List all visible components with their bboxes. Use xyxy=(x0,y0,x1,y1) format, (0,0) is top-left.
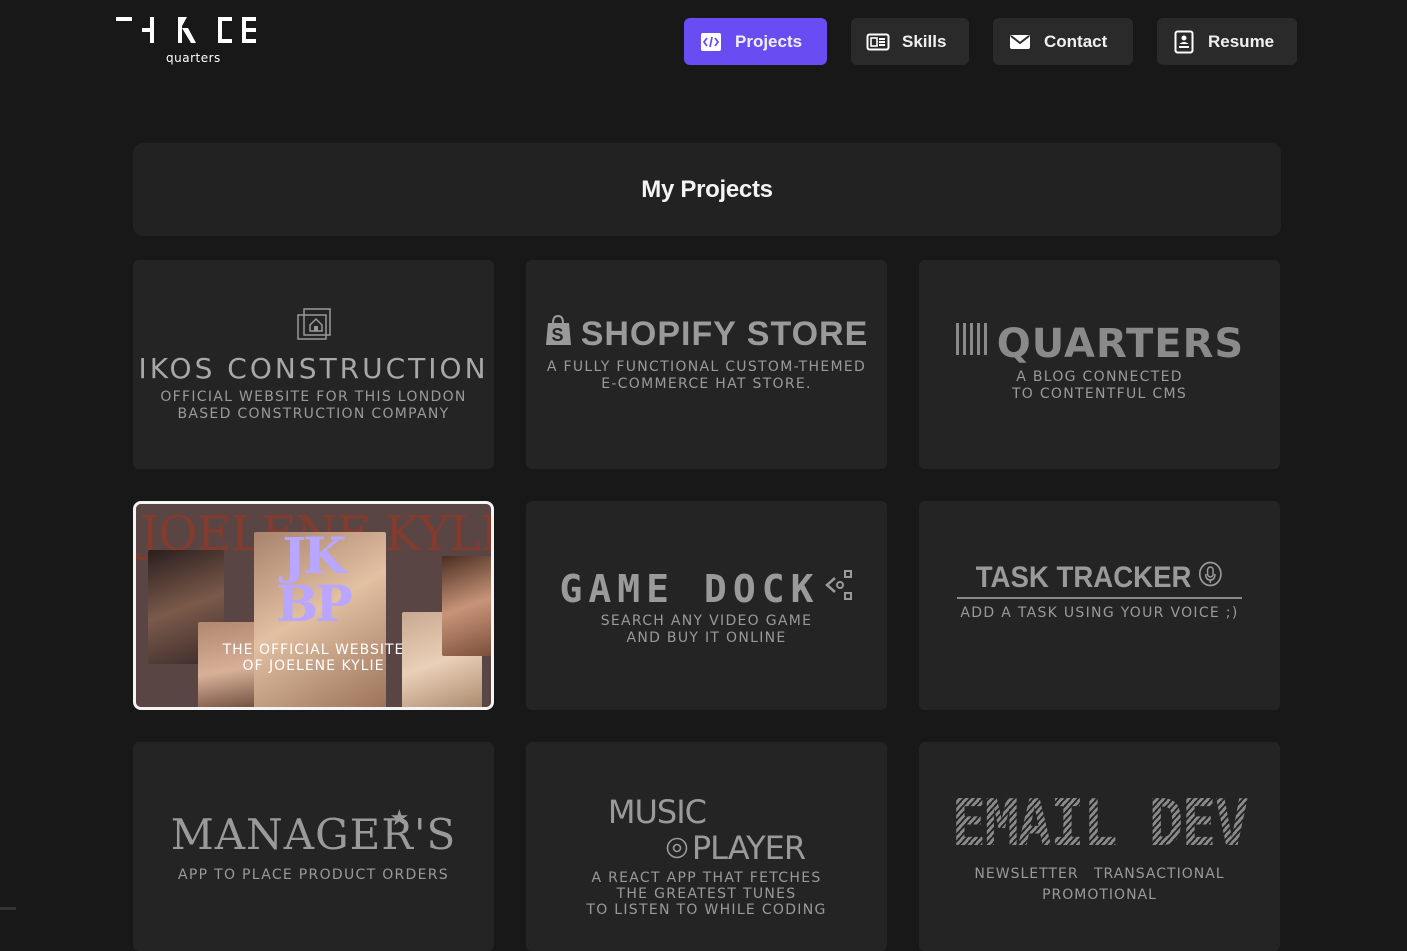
project-title: MUSIC PLAYER xyxy=(607,793,806,867)
logo-subtitle: quarters xyxy=(166,51,221,65)
jk-logo: JK BP xyxy=(276,526,353,633)
project-card-ikos[interactable]: IKOS CONSTRUCTION OFFICIAL WEBSITE FOR T… xyxy=(133,260,494,469)
portrait-photo xyxy=(442,556,491,656)
project-card-task-tracker[interactable]: TASK TRACKER ADD A TASK USING YOUR VOICE… xyxy=(919,501,1280,710)
microphone-icon xyxy=(1199,561,1223,595)
project-card-music-player[interactable]: MUSIC PLAYER A REACT APP THAT FETCHES TH… xyxy=(526,742,887,951)
nav-skills-button[interactable]: Skills xyxy=(851,18,969,65)
nav-contact-label: Contact xyxy=(1044,31,1108,51)
mail-icon xyxy=(1008,30,1032,54)
title-underline xyxy=(957,597,1242,599)
project-desc-line1: SEARCH ANY VIDEO GAME xyxy=(600,612,813,629)
project-desc-line1: APP TO PLACE PRODUCT ORDERS xyxy=(178,866,449,883)
project-desc-line1: A BLOG CONNECTED xyxy=(1016,368,1183,385)
project-desc-line2: THE GREATEST TUNES xyxy=(616,886,797,902)
bars-icon xyxy=(955,321,991,367)
project-tags-row: NEWSLETTER TRANSACTIONAL xyxy=(974,864,1224,885)
jk-logo-line1: JK xyxy=(282,526,346,585)
project-title-line1: MUSIC xyxy=(607,793,707,831)
project-card-joelene-kylie[interactable]: JOELENE KYLIE JK BP THE OFFICIAL WEBSITE… xyxy=(133,501,494,710)
project-title: MANAGER'S ★ xyxy=(170,806,457,859)
project-desc-line1: A REACT APP THAT FETCHES xyxy=(591,870,822,886)
project-desc-line2: BASED CONSTRUCTION COMPANY xyxy=(177,405,450,422)
project-title-line2: PLAYER xyxy=(691,829,806,867)
project-title-text: MANAGER'S xyxy=(170,809,457,859)
project-caption: THE OFFICIAL WEBSITE OF JOELENE KYLIE xyxy=(136,642,491,674)
project-title: GAME DOCK xyxy=(559,566,820,611)
project-title-row: S SHOPIFY STORE xyxy=(545,314,869,355)
project-desc-line2: TO CONTENTFUL CMS xyxy=(1011,385,1188,402)
nav-projects-button[interactable]: Projects xyxy=(684,18,827,65)
nav-resume-label: Resume xyxy=(1208,31,1275,51)
project-card-managers[interactable]: MANAGER'S ★ APP TO PLACE PRODUCT ORDERS xyxy=(133,742,494,951)
project-desc-line1: A FULLY FUNCTIONAL CUSTOM-THEMED xyxy=(546,359,867,375)
tag-newsletter: NEWSLETTER xyxy=(974,866,1079,882)
tag-transactional: TRANSACTIONAL xyxy=(1094,866,1225,882)
project-card-quarters[interactable]: QUARTERS A BLOG CONNECTED TO CONTENTFUL … xyxy=(919,260,1280,469)
project-title: QUARTERS xyxy=(996,320,1245,367)
vinyl-record-icon xyxy=(666,830,688,866)
code-icon xyxy=(699,30,723,54)
project-desc-line1: THE OFFICIAL WEBSITE xyxy=(222,642,405,658)
project-desc-line2: E-COMMERCE HAT STORE. xyxy=(601,376,812,392)
logo-mark xyxy=(116,17,256,43)
logo[interactable]: quarters xyxy=(116,14,272,66)
jk-logo-line2: BP xyxy=(276,574,353,633)
nav-skills-label: Skills xyxy=(902,31,947,51)
tag-promotional: PROMOTIONAL xyxy=(1042,887,1157,903)
project-title-row: QUARTERS xyxy=(955,321,1244,367)
gamepad-buttons-icon xyxy=(823,567,853,611)
nav-projects-label: Projects xyxy=(735,31,803,51)
shopify-bag-icon: S xyxy=(545,314,573,355)
project-desc-line1: OFFICIAL WEBSITE FOR THIS LONDON xyxy=(160,388,467,405)
project-title-row: GAME DOCK xyxy=(560,567,854,611)
project-title: IKOS CONSTRUCTION xyxy=(138,351,489,385)
star-icon: ★ xyxy=(389,805,411,831)
project-title: TASK TRACKER xyxy=(976,561,1192,594)
project-title-row: TASK TRACKER xyxy=(976,561,1223,595)
project-desc-line3: TO LISTEN TO WHILE CODING xyxy=(586,902,827,918)
building-icon xyxy=(296,307,332,348)
page-title: My Projects xyxy=(641,175,773,203)
nav-resume-button[interactable]: Resume xyxy=(1157,18,1297,65)
projects-heading-panel: My Projects xyxy=(133,143,1281,236)
project-card-email-dev[interactable]: EMAIL DEV NEWSLETTER TRANSACTIONAL PROMO… xyxy=(919,742,1280,951)
project-title-line2-row: PLAYER xyxy=(608,829,806,867)
newspaper-icon xyxy=(866,30,890,54)
project-desc-line1: ADD A TASK USING YOUR VOICE ;) xyxy=(960,605,1239,621)
svg-text:S: S xyxy=(551,325,564,345)
project-title: EMAIL DEV xyxy=(951,787,1250,861)
project-card-game-dock[interactable]: GAME DOCK SEARCH ANY VIDEO GAME AND BUY … xyxy=(526,501,887,710)
project-desc-line2: AND BUY IT ONLINE xyxy=(626,629,787,646)
project-desc-line2: OF JOELENE KYLIE xyxy=(242,658,385,674)
nav-contact-button[interactable]: Contact xyxy=(993,18,1133,65)
project-card-shopify[interactable]: S SHOPIFY STORE A FULLY FUNCTIONAL CUSTO… xyxy=(526,260,887,469)
project-title: SHOPIFY STORE xyxy=(580,315,869,353)
resume-icon xyxy=(1172,30,1196,54)
